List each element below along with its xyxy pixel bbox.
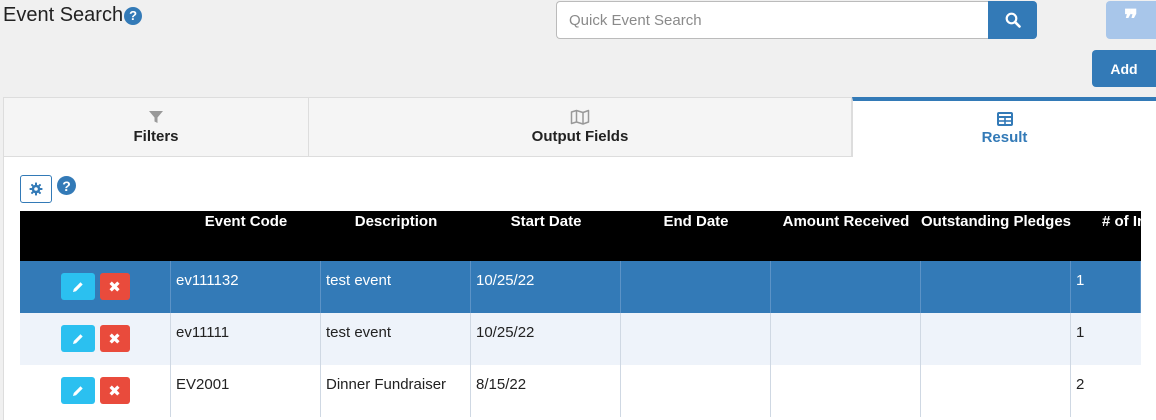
page-title: Event Search ? [3, 4, 143, 27]
edit-button[interactable] [60, 325, 95, 352]
cell-start-date: 8/15/22 [471, 365, 621, 417]
page-title-text: Event Search [3, 4, 124, 26]
cell-end-date [621, 313, 771, 365]
search-button[interactable] [988, 1, 1037, 39]
delete-button[interactable]: ✖ [99, 377, 130, 404]
results-grid: Event Code Description Start Date End Da… [20, 211, 1141, 420]
help-icon[interactable]: ? [124, 6, 143, 25]
column-header-start-date[interactable]: Start Date [471, 211, 621, 261]
cell-amount-received [771, 365, 921, 417]
cell-event-code: EV2001 [171, 365, 321, 417]
delete-button[interactable]: ✖ [99, 273, 130, 300]
row-actions: ✖ [20, 365, 171, 417]
cell-description: Dinner Fundraiser [321, 365, 471, 417]
table-icon [996, 112, 1013, 126]
cell-amount-received [771, 261, 921, 313]
table-row[interactable]: ✖ EV2001 Dinner Fundraiser 8/15/22 2 [20, 365, 1141, 417]
grid-settings-button[interactable] [20, 175, 52, 203]
cell-start-date: 10/25/22 [471, 261, 621, 313]
pencil-icon [72, 385, 83, 396]
cell-outstanding-pledges [921, 261, 1071, 313]
tab-bar: Filters Output Fields Result [3, 97, 1156, 157]
grid-help-icon[interactable]: ? [57, 176, 76, 195]
cell-outstanding-pledges [921, 365, 1071, 417]
column-header-amount-received[interactable]: Amount Received [771, 211, 921, 261]
cell-event-code: ev11111 [171, 313, 321, 365]
cell-end-date [621, 261, 771, 313]
column-header-outstanding-pledges[interactable]: Outstanding Pledges [921, 211, 1071, 261]
edit-button[interactable] [60, 273, 95, 300]
quote-icon: ❞ [1124, 5, 1138, 35]
row-actions: ✖ [20, 261, 171, 313]
cell-num-of: 1 [1071, 261, 1141, 313]
pencil-icon [72, 281, 83, 292]
column-header-end-date[interactable]: End Date [621, 211, 771, 261]
result-panel: ? Event Code Description Start Date End … [3, 157, 1156, 420]
tab-output-fields-label: Output Fields [531, 128, 629, 145]
cell-end-date [621, 365, 771, 417]
map-icon [570, 109, 590, 125]
quick-search [556, 1, 1037, 39]
row-actions: ✖ [20, 313, 171, 365]
tab-result[interactable]: Result [852, 97, 1156, 157]
grid-header: Event Code Description Start Date End Da… [20, 211, 1141, 261]
edit-button[interactable] [60, 377, 95, 404]
cell-event-code: ev111132 [171, 261, 321, 313]
tab-result-label: Result [981, 129, 1028, 146]
search-input[interactable] [556, 1, 988, 39]
column-header-event-code[interactable]: Event Code [171, 211, 321, 261]
cell-outstanding-pledges [921, 313, 1071, 365]
close-icon: ✖ [108, 278, 121, 296]
tab-filters[interactable]: Filters [3, 97, 308, 157]
search-icon [1005, 12, 1021, 28]
table-row[interactable]: ✖ ev11111 test event 10/25/22 1 [20, 313, 1141, 365]
filter-icon [149, 111, 163, 123]
cell-amount-received [771, 313, 921, 365]
column-header-actions [20, 211, 171, 261]
tab-filters-label: Filters [133, 128, 179, 145]
quote-button[interactable]: ❞ [1106, 1, 1156, 39]
cell-num-of: 2 [1076, 376, 1085, 393]
add-button[interactable]: Add [1092, 50, 1156, 87]
cell-description: test event [321, 313, 471, 365]
cell-description: test event [321, 261, 471, 313]
column-header-num-of[interactable]: # of Ir [1071, 211, 1141, 261]
close-icon: ✖ [108, 382, 121, 400]
pencil-icon [72, 333, 83, 344]
table-row[interactable]: ✖ ev111132 test event 10/25/22 1 [20, 261, 1141, 313]
delete-button[interactable]: ✖ [99, 325, 130, 352]
column-header-description[interactable]: Description [321, 211, 471, 261]
cell-num-of: 1 [1076, 324, 1085, 341]
tab-output-fields[interactable]: Output Fields [308, 97, 852, 157]
close-icon: ✖ [108, 330, 121, 348]
cell-start-date: 10/25/22 [471, 313, 621, 365]
gear-icon [29, 182, 43, 196]
